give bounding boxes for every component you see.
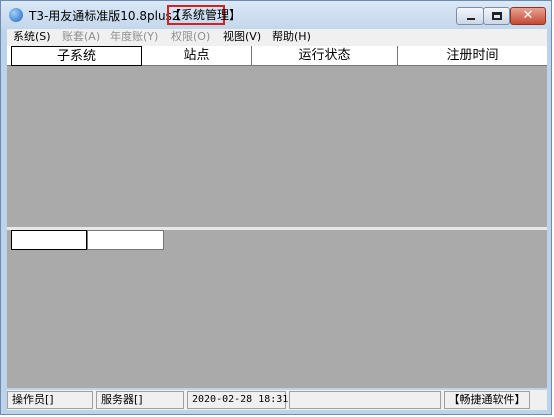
- menu-view[interactable]: 视图(V): [223, 30, 261, 44]
- close-button[interactable]: ✕: [510, 7, 546, 25]
- table-header: 子系统 站点 运行状态 注册时间: [7, 46, 547, 66]
- maximize-button[interactable]: [483, 7, 510, 25]
- app-icon: [9, 8, 23, 22]
- subsystem-list[interactable]: 子系统 站点 运行状态 注册时间: [7, 46, 547, 227]
- main-window: T3-用友通标准版10.8plus2 【系统管理】 ✕ 系统(S) 账套(A) …: [0, 0, 552, 415]
- menu-help[interactable]: 帮助(H): [272, 30, 311, 44]
- task-list[interactable]: [7, 230, 547, 388]
- window-title: T3-用友通标准版10.8plus2: [29, 9, 180, 23]
- column-subsystem[interactable]: 子系统: [11, 46, 142, 66]
- column-register-time[interactable]: 注册时间: [398, 46, 547, 66]
- menu-permissions[interactable]: 权限(O): [171, 30, 210, 44]
- menu-system[interactable]: 系统(S): [13, 30, 51, 44]
- column-run-status[interactable]: 运行状态: [252, 46, 398, 66]
- status-brand: 【畅捷通软件】: [444, 391, 530, 409]
- menu-bar: 系统(S) 账套(A) 年度账(Y) 权限(O) 视图(V) 帮助(H): [7, 29, 547, 46]
- task-header-2[interactable]: [87, 230, 164, 250]
- status-operator: 操作员[]: [7, 391, 93, 409]
- title-bar[interactable]: T3-用友通标准版10.8plus2 【系统管理】 ✕: [1, 1, 551, 29]
- status-server: 服务器[]: [96, 391, 184, 409]
- minimize-button[interactable]: [456, 7, 484, 25]
- column-site[interactable]: 站点: [142, 46, 252, 66]
- task-header-1[interactable]: [11, 230, 87, 250]
- minimize-icon: [467, 18, 475, 20]
- menu-account-set[interactable]: 账套(A): [62, 30, 100, 44]
- maximize-icon: [492, 12, 502, 20]
- menu-annual-account[interactable]: 年度账(Y): [110, 30, 158, 44]
- status-bar: 操作员[] 服务器[] 2020-02-28 18:31 【畅捷通软件】: [7, 390, 547, 410]
- status-datetime: 2020-02-28 18:31: [187, 391, 288, 409]
- status-empty: [289, 391, 441, 409]
- window-title-module: 【系统管理】: [167, 5, 241, 25]
- close-icon: ✕: [522, 8, 534, 23]
